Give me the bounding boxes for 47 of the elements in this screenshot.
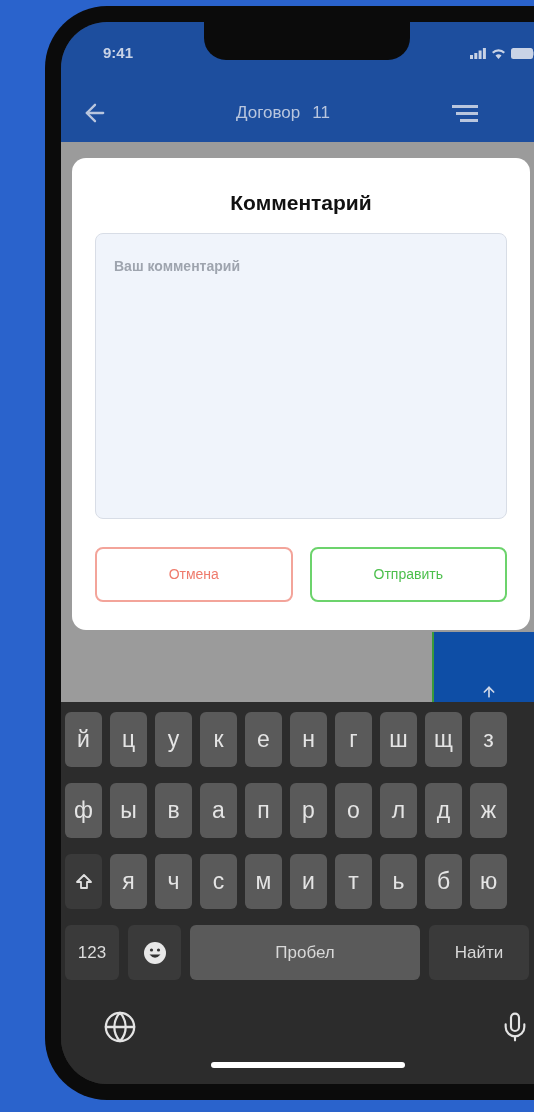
letter-key[interactable]: с <box>200 854 237 909</box>
search-key[interactable]: Найти <box>429 925 529 980</box>
numbers-key[interactable]: 123 <box>65 925 119 980</box>
letter-key[interactable]: т <box>335 854 372 909</box>
emoji-key[interactable] <box>128 925 181 980</box>
cancel-button[interactable]: Отмена <box>95 547 293 602</box>
letter-key[interactable]: я <box>110 854 147 909</box>
letter-key[interactable]: ю <box>470 854 507 909</box>
nav-title: Договор <box>236 102 301 125</box>
letter-key[interactable]: г <box>335 712 372 767</box>
wifi-icon <box>491 47 506 59</box>
letter-key[interactable]: б <box>425 854 462 909</box>
menu-icon[interactable] <box>451 103 478 123</box>
letter-key[interactable]: н <box>290 712 327 767</box>
smiley-icon <box>142 940 167 965</box>
letter-key[interactable]: р <box>290 783 327 838</box>
comment-field[interactable]: Ваш комментарий <box>95 233 507 519</box>
signal-icon <box>470 47 486 59</box>
shift-key[interactable] <box>65 854 102 909</box>
letter-key[interactable]: к <box>200 712 237 767</box>
letter-key[interactable]: в <box>155 783 192 838</box>
letter-key[interactable]: п <box>245 783 282 838</box>
letter-key[interactable]: ч <box>155 854 192 909</box>
letter-key[interactable]: е <box>245 712 282 767</box>
letter-key[interactable]: ж <box>470 783 507 838</box>
letter-key[interactable]: о <box>335 783 372 838</box>
globe-icon[interactable] <box>103 1010 137 1044</box>
letter-key[interactable]: з <box>470 712 507 767</box>
dialog-title: Комментарий <box>229 190 373 216</box>
contract-number: 11 <box>312 102 330 125</box>
space-key[interactable]: Пробел <box>190 925 420 980</box>
letter-key[interactable]: ы <box>110 783 147 838</box>
letter-key[interactable]: ц <box>110 712 147 767</box>
battery-icon <box>511 47 534 59</box>
letter-key[interactable]: ф <box>65 783 102 838</box>
letter-key[interactable]: а <box>200 783 237 838</box>
shift-icon <box>74 872 93 891</box>
letter-key[interactable]: щ <box>425 712 462 767</box>
letter-key[interactable]: й <box>65 712 102 767</box>
letter-key[interactable]: ь <box>380 854 417 909</box>
letter-key[interactable]: ш <box>380 712 417 767</box>
letter-key[interactable]: м <box>245 854 282 909</box>
letter-key[interactable]: д <box>425 783 462 838</box>
letter-key[interactable]: и <box>290 854 327 909</box>
status-time: 9:41 <box>103 42 134 63</box>
letter-key[interactable]: л <box>380 783 417 838</box>
letter-key[interactable]: у <box>155 712 192 767</box>
